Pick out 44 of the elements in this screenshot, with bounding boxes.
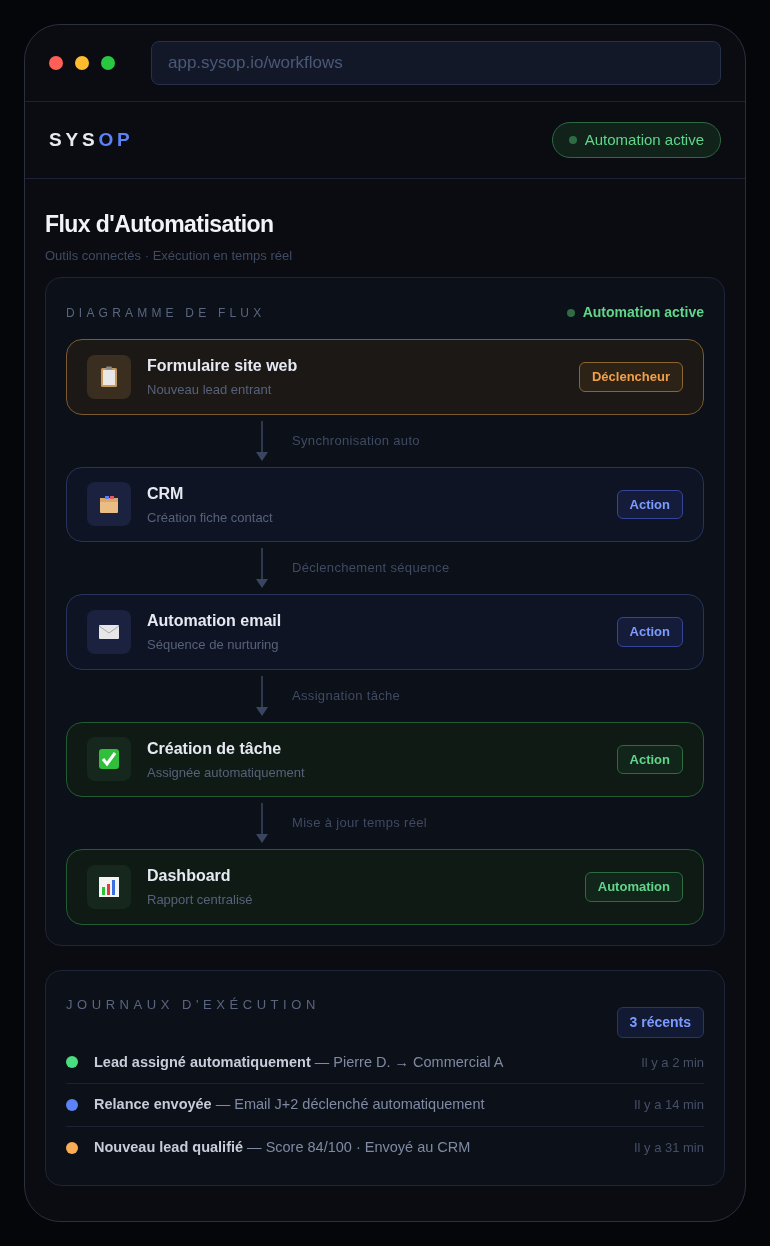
connector-label: Assignation tâche <box>292 686 401 705</box>
node-badge: Action <box>616 744 683 774</box>
logo: SYS OP <box>49 127 134 152</box>
log-message: Lead assigné automatiquement — Pierre D. → Commercial A <box>94 1052 505 1072</box>
node-title: Création de tâche <box>147 738 283 759</box>
check-icon <box>97 747 121 772</box>
down-arrow-icon <box>256 420 268 461</box>
bar-chart-icon <box>97 874 121 899</box>
node-badge: Automation <box>584 872 683 902</box>
status-text: Automation active <box>582 303 704 322</box>
log-time: Il y a 14 min <box>633 1096 704 1115</box>
flow-node[interactable]: Automation email Séquence de nurturing Action <box>66 594 704 670</box>
page-title: Flux d'Automatisation <box>45 210 275 239</box>
log-time: Il y a 31 min <box>633 1139 704 1158</box>
flow-node[interactable]: Création de tâche Assignée automatiquement Action <box>66 721 704 797</box>
flow-node[interactable]: Formulaire site web Nouveau lead entrant Déclencheur <box>66 339 704 415</box>
node-title: Formulaire site web <box>147 356 299 376</box>
down-arrow-icon <box>256 548 268 588</box>
flow-node[interactable]: CRM Création fiche contact Action <box>66 466 704 542</box>
node-badge: Déclencheur <box>578 362 683 392</box>
log-time: Il y a 2 min <box>641 1053 704 1072</box>
down-arrow-icon <box>256 675 268 716</box>
node-title: CRM <box>147 483 185 504</box>
connector-label: Mise à jour temps réel <box>292 814 428 833</box>
section-heading: JOURNAUX D'EXÉCUTION <box>66 995 320 1014</box>
log-message: Nouveau lead qualifié — Score 84/100 · Envoyé au CRM <box>94 1138 472 1157</box>
log-message: Relance envoyée — Email J+2 déclenché automatiquement <box>94 1095 486 1115</box>
node-subtitle: Nouveau lead entrant <box>147 381 273 399</box>
count-badge: 3 récents <box>616 1006 704 1038</box>
node-badge: Action <box>616 489 683 519</box>
node-subtitle: Séquence de nurturing <box>147 636 280 654</box>
node-subtitle: Assignée automatiquement <box>147 763 306 782</box>
node-badge: Action <box>616 617 683 647</box>
node-subtitle: Rapport centralisé <box>147 891 254 909</box>
status-text: Automation active <box>584 129 704 150</box>
connector-label: Déclenchement séquence <box>292 559 450 578</box>
down-arrow-icon <box>256 803 268 843</box>
connector-label: Synchronisation auto <box>292 431 420 450</box>
page-subtitle: Outils connectés · Exécution en temps réel <box>45 246 294 265</box>
flow-node[interactable]: Dashboard Rapport centralisé Automation <box>66 849 704 925</box>
node-subtitle: Création fiche contact <box>147 508 274 527</box>
node-title: Dashboard <box>147 866 232 886</box>
section-heading: DIAGRAMME DE FLUX <box>66 304 266 322</box>
node-title: Automation email <box>147 611 283 631</box>
